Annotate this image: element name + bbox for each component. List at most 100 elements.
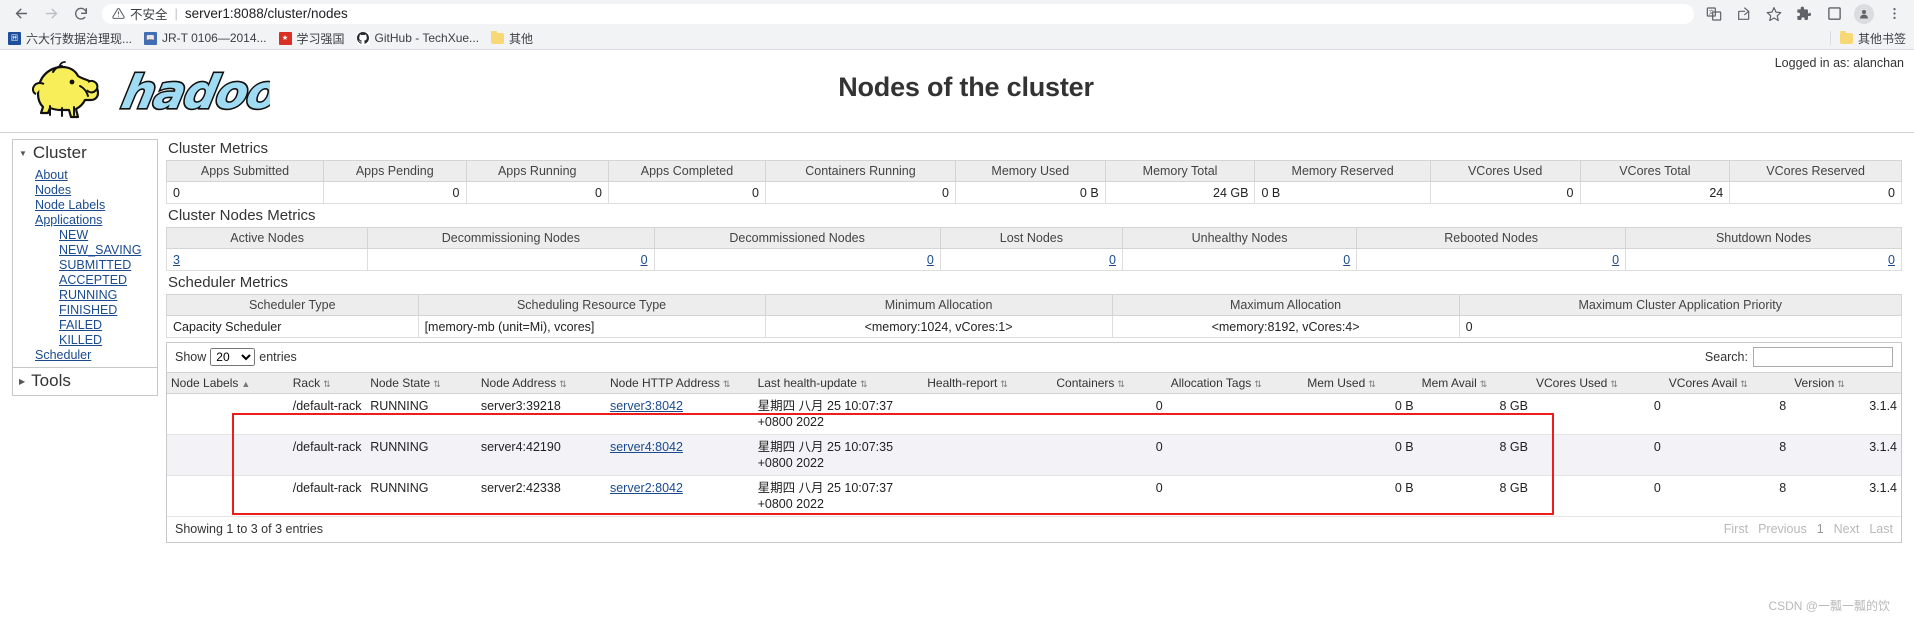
col-mem-used[interactable]: Mem Used ⇅ (1303, 372, 1418, 394)
col-node-address[interactable]: Node Address ⇅ (476, 372, 606, 394)
back-icon[interactable] (6, 1, 36, 27)
page-last[interactable]: Last (1869, 522, 1893, 536)
col-health-report[interactable]: Health-report ⇅ (923, 372, 1053, 394)
decommissioning-nodes-link[interactable]: 0 (641, 253, 648, 267)
col-node-state[interactable]: Node State ⇅ (366, 372, 477, 394)
page-length-select[interactable]: 20 40 60 80 100 (210, 348, 256, 366)
col-vcores-used[interactable]: VCores Used ⇅ (1531, 372, 1665, 394)
col-last-health-update[interactable]: Last health-update ⇅ (753, 372, 924, 394)
cell-lost-nodes: 0 (939, 248, 1123, 271)
chevron-right-icon: ▶ (19, 376, 26, 386)
cell-mem-used: 0 B (1303, 393, 1418, 435)
sidebar-tools-header[interactable]: ▶ Tools (13, 368, 157, 395)
search-input[interactable] (1753, 347, 1893, 367)
rebooted-nodes-link[interactable]: 0 (1612, 253, 1619, 267)
svg-text:hadoop: hadoop (117, 65, 270, 118)
page-next[interactable]: Next (1834, 522, 1860, 536)
profile-avatar-icon[interactable] (1854, 3, 1874, 24)
sidebar-cluster-header[interactable]: ▼ Cluster (13, 140, 157, 167)
shutdown-nodes-link[interactable]: 0 (1888, 253, 1895, 267)
sort-icon: ⇅ (1740, 379, 1748, 389)
page-1[interactable]: 1 (1817, 522, 1824, 536)
other-bookmarks[interactable]: 其他书签 (1829, 30, 1906, 47)
sidebar-item-applications[interactable]: Applications (13, 213, 157, 228)
sidebar-item-submitted[interactable]: SUBMITTED (13, 258, 157, 273)
sort-icon: ⇅ (323, 379, 331, 389)
col-rack[interactable]: Rack ⇅ (288, 372, 367, 394)
cluster-metrics-title: Cluster Metrics (168, 140, 269, 157)
sidebar-item-accepted[interactable]: ACCEPTED (13, 273, 157, 288)
bookmark-item[interactable]: 囲 六大行数据治理现... (8, 30, 132, 47)
table-header-row: Active Nodes Decommissioning Nodes Decom… (165, 227, 1902, 249)
cell-vcores-reserved: 0 (1729, 181, 1902, 204)
col-containers-running: Containers Running (765, 160, 956, 182)
sidebar-cluster-title: Cluster (32, 143, 87, 162)
cell-mem-avail: 8 GB (1417, 393, 1532, 435)
cell-decommissioned-nodes: 0 (653, 248, 941, 271)
col-apps-completed: Apps Completed (607, 160, 767, 182)
table-header-row: Apps Submitted Apps Pending Apps Running… (165, 160, 1902, 182)
reload-icon[interactable] (66, 1, 96, 27)
sidebar-item-new-saving[interactable]: NEW_SAVING (13, 243, 157, 258)
decommissioned-nodes-link[interactable]: 0 (927, 253, 934, 267)
page-body: ▼ Cluster About Nodes Node Labels Applic… (0, 133, 1914, 543)
side-panel-icon[interactable] (1820, 1, 1848, 27)
col-allocation-tags[interactable]: Allocation Tags ⇅ (1166, 372, 1304, 394)
col-vcores-used: VCores Used (1429, 160, 1581, 182)
sidebar-item-about[interactable]: About (13, 168, 157, 183)
bookmark-folder[interactable]: 其他 (491, 30, 533, 47)
col-vcores-avail[interactable]: VCores Avail ⇅ (1664, 372, 1791, 394)
lost-nodes-link[interactable]: 0 (1109, 253, 1116, 267)
col-label: Node HTTP Address (609, 376, 720, 390)
cell-last-health-update: 星期四 八月 25 10:07:37 +0800 2022 (753, 393, 924, 435)
col-apps-running: Apps Running (465, 160, 609, 182)
sidebar-item-running[interactable]: RUNNING (13, 288, 157, 303)
bookmarks-bar: 囲 六大行数据治理现... 📖 JR-T 0106—2014... ★ 学习强国… (0, 27, 1914, 50)
active-nodes-link[interactable]: 3 (173, 253, 180, 267)
sort-icon: ⇅ (1610, 379, 1618, 389)
col-label: Node Address (480, 376, 557, 390)
col-version[interactable]: Version ⇅ (1790, 372, 1901, 394)
hadoop-logo[interactable]: hadoop (0, 50, 318, 125)
sidebar-item-scheduler[interactable]: Scheduler (13, 348, 157, 363)
doc-icon: 囲 (8, 31, 21, 45)
svg-text:文: 文 (1709, 8, 1715, 16)
scheduler-metrics-title: Scheduler Metrics (168, 274, 289, 291)
more-menu-icon[interactable] (1880, 1, 1908, 27)
cell-node-state: RUNNING (366, 393, 477, 435)
unhealthy-nodes-link[interactable]: 0 (1343, 253, 1350, 267)
bookmark-item[interactable]: ★ 学习强国 (278, 30, 345, 47)
page-first[interactable]: First (1724, 522, 1748, 536)
sidebar-item-finished[interactable]: FINISHED (13, 303, 157, 318)
col-node-http-address[interactable]: Node HTTP Address ⇅ (605, 372, 754, 394)
sidebar-item-new[interactable]: NEW (13, 228, 157, 243)
cell-version: 3.1.4 (1790, 434, 1901, 476)
sidebar-item-killed[interactable]: KILLED (13, 333, 157, 348)
translate-icon[interactable]: 文 (1700, 1, 1728, 27)
sidebar-item-node-labels[interactable]: Node Labels (13, 198, 157, 213)
cell-memory-total: 24 GB (1104, 181, 1256, 204)
page-previous[interactable]: Previous (1758, 522, 1807, 536)
sidebar-item-failed[interactable]: FAILED (13, 318, 157, 333)
col-node-labels[interactable]: Node Labels ▲ (167, 372, 289, 394)
bookmark-item[interactable]: 📖 JR-T 0106—2014... (144, 31, 267, 45)
bookmark-item[interactable]: GitHub - TechXue... (356, 31, 479, 45)
forward-icon[interactable] (36, 1, 66, 27)
not-secure-label: 不安全 (130, 8, 168, 22)
sidebar-item-nodes[interactable]: Nodes (13, 183, 157, 198)
cell-vcores-used: 0 (1531, 434, 1665, 476)
extensions-icon[interactable] (1790, 1, 1818, 27)
node-http-link[interactable]: server3:8042 (610, 399, 683, 413)
cell-last-health-update: 星期四 八月 25 10:07:37 +0800 2022 (753, 475, 924, 517)
node-http-link[interactable]: server4:8042 (610, 440, 683, 454)
share-icon[interactable] (1730, 1, 1758, 27)
cell-node-http-address: server3:8042 (605, 393, 754, 435)
cell-minimum-allocation: <memory:1024, vCores:1> (764, 315, 1113, 338)
address-bar[interactable]: 不安全 | server1:8088/cluster/nodes (102, 3, 1694, 24)
cell-mem-avail: 8 GB (1417, 434, 1532, 476)
col-max-cluster-app-priority: Maximum Cluster Application Priority (1458, 294, 1903, 316)
col-mem-avail[interactable]: Mem Avail ⇅ (1417, 372, 1532, 394)
node-http-link[interactable]: server2:8042 (610, 481, 683, 495)
bookmark-star-icon[interactable] (1760, 1, 1788, 27)
col-containers[interactable]: Containers ⇅ (1052, 372, 1167, 394)
